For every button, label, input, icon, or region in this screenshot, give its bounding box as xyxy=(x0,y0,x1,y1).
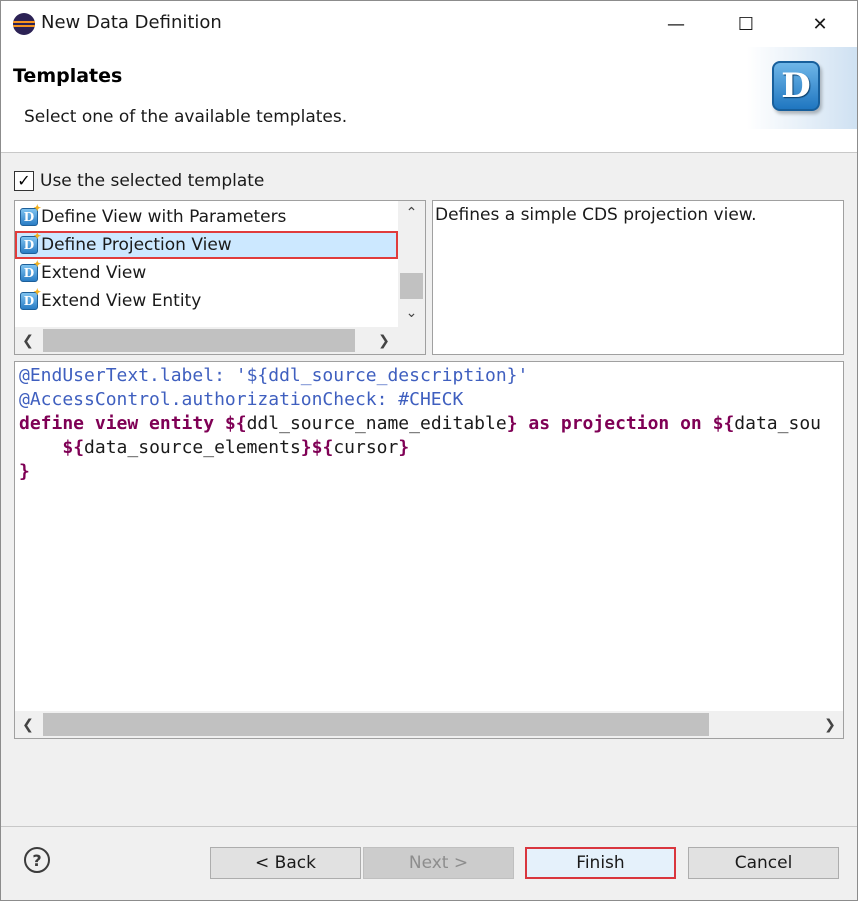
scroll-right-icon[interactable]: ❯ xyxy=(371,327,397,354)
code-line: } xyxy=(19,461,30,482)
window-title: New Data Definition xyxy=(41,12,222,33)
page-title: Templates xyxy=(13,65,123,87)
scroll-left-icon[interactable]: ❮ xyxy=(15,327,41,354)
cds-template-icon: D ✦ xyxy=(20,288,41,310)
list-item-selected[interactable]: D ✦ Define Projection View xyxy=(15,231,398,259)
code-lines: @EndUserText.label: '${ddl_source_descri… xyxy=(19,364,843,704)
code-line: @AccessControl.authorizationCheck: #CHEC… xyxy=(19,389,464,410)
horizontal-scroll-thumb[interactable] xyxy=(43,329,355,352)
back-button[interactable]: < Back xyxy=(210,847,361,879)
code-line: @EndUserText.label: '${ddl_source_descri… xyxy=(19,365,529,386)
finish-button[interactable]: Finish xyxy=(525,847,676,879)
cds-template-icon: D ✦ xyxy=(20,204,41,226)
cancel-button[interactable]: Cancel xyxy=(688,847,839,879)
minimize-button[interactable]: — xyxy=(653,1,699,47)
use-template-option[interactable]: ✓ Use the selected template xyxy=(14,170,264,192)
cds-template-icon: D ✦ xyxy=(20,232,41,254)
next-button[interactable]: Next > xyxy=(363,847,514,879)
scroll-left-icon[interactable]: ❮ xyxy=(15,711,41,738)
wizard-icon-letter: D xyxy=(781,66,811,106)
scroll-right-icon[interactable]: ❯ xyxy=(817,711,843,738)
use-template-checkbox[interactable]: ✓ xyxy=(14,171,34,191)
list-item-label: Define View with Parameters xyxy=(41,207,287,227)
maximize-button[interactable]: ☐ xyxy=(723,1,769,47)
eclipse-app-icon xyxy=(13,13,35,35)
template-preview[interactable]: @EndUserText.label: '${ddl_source_descri… xyxy=(14,361,844,739)
close-button[interactable]: ✕ xyxy=(797,1,843,47)
preview-horizontal-scrollbar[interactable]: ❮ ❯ xyxy=(15,711,843,738)
template-list: D ✦ Define View with Parameters D ✦ Define… xyxy=(14,200,426,355)
scroll-down-icon[interactable]: ⌄ xyxy=(398,301,425,325)
list-item-label: Extend View Entity xyxy=(41,291,202,311)
wizard-header: Templates Select one of the available te… xyxy=(1,47,857,153)
data-definition-wizard-icon: D xyxy=(772,61,820,111)
template-description: Defines a simple CDS projection view. xyxy=(432,200,844,355)
list-item[interactable]: D ✦ Define View with Parameters xyxy=(15,203,398,231)
scroll-up-icon[interactable]: ⌃ xyxy=(398,201,425,225)
vertical-scroll-thumb[interactable] xyxy=(400,273,423,299)
code-line: ${data_source_elements}${cursor} xyxy=(62,437,410,458)
code-line: define view entity ${ddl_source_name_edi… xyxy=(19,413,821,434)
new-data-definition-dialog: New Data Definition — ☐ ✕ Templates Sele… xyxy=(0,0,858,901)
list-item-label: Extend View xyxy=(41,263,147,283)
help-icon[interactable]: ? xyxy=(24,847,50,873)
footer-separator xyxy=(1,826,857,827)
page-message: Select one of the available templates. xyxy=(24,107,348,127)
cds-template-icon: D ✦ xyxy=(20,260,41,282)
template-list-vertical-scrollbar[interactable]: ⌃ ⌄ xyxy=(398,201,425,327)
list-item[interactable]: D ✦ Extend View xyxy=(15,259,398,287)
list-item[interactable]: D ✦ Extend View Entity xyxy=(15,287,398,315)
horizontal-scroll-thumb[interactable] xyxy=(43,713,709,736)
list-item-label: Define Projection View xyxy=(41,235,232,255)
template-list-horizontal-scrollbar[interactable]: ❮ ❯ xyxy=(15,327,425,354)
title-bar: New Data Definition — ☐ ✕ xyxy=(1,1,857,47)
use-template-label[interactable]: Use the selected template xyxy=(40,171,264,191)
